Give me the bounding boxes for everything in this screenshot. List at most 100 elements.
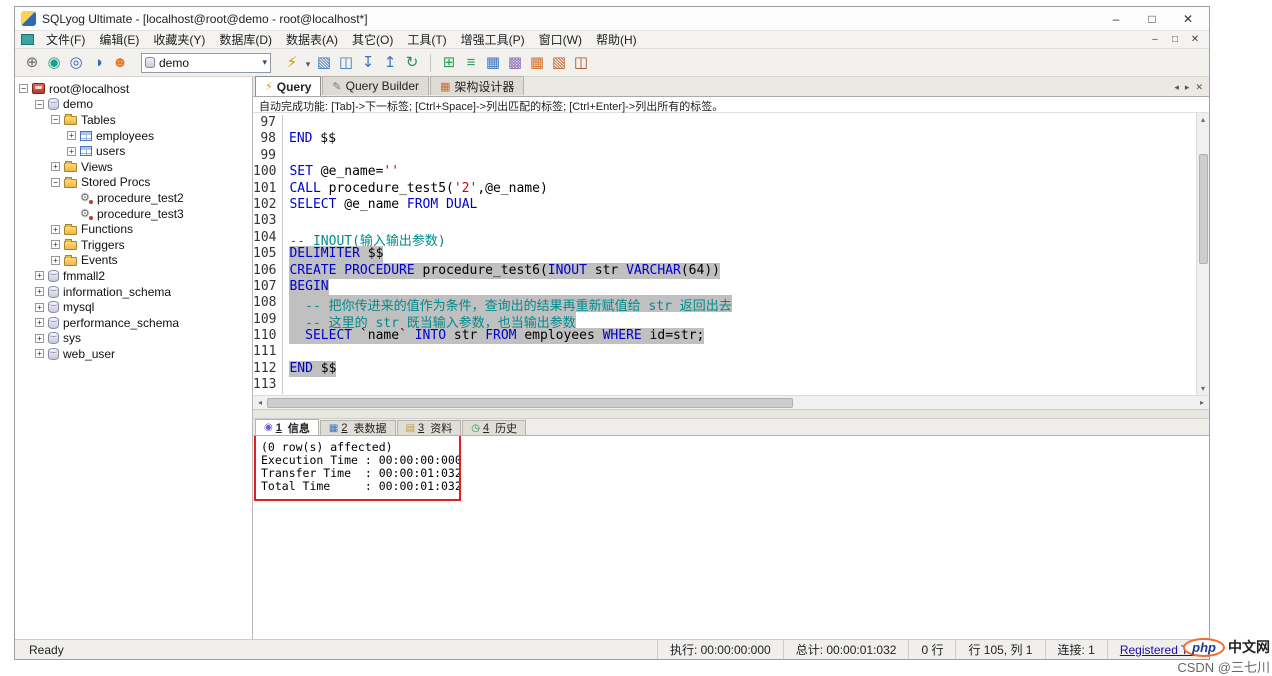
tree-node-root-localhost[interactable]: −root@localhost xyxy=(17,81,252,97)
tree-expander-icon[interactable]: + xyxy=(51,256,60,265)
blob-viewer-icon[interactable]: ▩ xyxy=(504,52,526,74)
tree-node-web-user[interactable]: +web_user xyxy=(17,346,252,362)
tree-node-mysql[interactable]: +mysql xyxy=(17,299,252,315)
reconnect-icon[interactable]: ◑ xyxy=(87,52,109,74)
sql-editor[interactable]: 9798END $$99100SET @e_name=''101CALL pro… xyxy=(253,113,1196,395)
tree-expander-icon[interactable]: − xyxy=(51,115,60,124)
folder-icon xyxy=(64,179,77,188)
status-segment--105-1: 行 105, 列 1 xyxy=(955,640,1044,659)
tree-node-views[interactable]: +Views xyxy=(17,159,252,175)
schema-designer-icon[interactable]: ▦ xyxy=(526,52,548,74)
tree-node-tables[interactable]: − Tables xyxy=(17,112,252,128)
result-tab--[interactable]: ◷4 历史 xyxy=(462,420,526,435)
tree-node-performance-schema[interactable]: +performance_schema xyxy=(17,315,252,331)
panel-splitter[interactable] xyxy=(253,409,1209,419)
tree-expander-icon[interactable]: + xyxy=(35,334,44,343)
user-manager-icon[interactable]: ☻ xyxy=(109,52,131,74)
tree-node-procedure-test3[interactable]: procedure_test3 xyxy=(17,206,252,222)
editor-horizontal-scrollbar[interactable]: ◂ ▸ xyxy=(253,395,1209,409)
tree-expander-icon[interactable]: − xyxy=(35,100,44,109)
editor-line: 108 -- 把你传进来的值作为条件，查询出的结果再重新赋值给 str 返回出去 xyxy=(253,295,1196,311)
tree-expander-icon[interactable]: + xyxy=(51,240,60,249)
menu-item--f-[interactable]: 文件(F) xyxy=(39,32,92,48)
tree-expander-icon[interactable]: + xyxy=(51,162,60,171)
menu-item--h-[interactable]: 帮助(H) xyxy=(589,32,644,48)
tab--[interactable]: ▦架构设计器 xyxy=(430,76,524,95)
tree-expander-icon[interactable]: + xyxy=(35,303,44,312)
tree-expander-icon[interactable]: + xyxy=(67,147,76,156)
chevron-down-icon[interactable]: ▾ xyxy=(262,57,267,68)
open-query-icon[interactable]: ▧ xyxy=(313,52,335,74)
maximize-button[interactable]: □ xyxy=(1145,12,1159,26)
menu-item--e-[interactable]: 编辑(E) xyxy=(92,32,146,48)
tree-expander-icon[interactable]: + xyxy=(51,225,60,234)
save-query-icon[interactable]: ◫ xyxy=(335,52,357,74)
tab-query-builder[interactable]: ✎Query Builder xyxy=(322,76,429,95)
tree-node-employees[interactable]: +employees xyxy=(17,128,252,144)
table-data-icon[interactable]: ▦ xyxy=(482,52,504,74)
result-tab--[interactable]: ▦2 表数据 xyxy=(320,420,396,435)
database-select[interactable]: demo ▾ xyxy=(141,53,271,73)
tree-node-triggers[interactable]: +Triggers xyxy=(17,237,252,253)
insert-rows-icon[interactable]: ≡ xyxy=(460,52,482,74)
menu-item--w-[interactable]: 窗口(W) xyxy=(532,32,589,48)
minimize-button[interactable]: – xyxy=(1109,12,1123,26)
export-resultset-icon[interactable]: ↧ xyxy=(357,52,379,74)
tab-scroll-left-icon[interactable]: ◂ xyxy=(1174,82,1179,93)
close-button[interactable]: ✕ xyxy=(1181,12,1195,26)
scroll-right-icon[interactable]: ▸ xyxy=(1195,398,1209,407)
import-icon[interactable]: ↥ xyxy=(379,52,401,74)
execute-query-icon[interactable]: ⚡ xyxy=(281,52,303,74)
new-connection-icon[interactable]: ⊕ xyxy=(21,52,43,74)
menu-item--y-[interactable]: 收藏夹(Y) xyxy=(146,32,212,48)
vertical-scroll-thumb[interactable] xyxy=(1199,154,1208,264)
tab-scroll-right-icon[interactable]: ▸ xyxy=(1185,82,1190,93)
tree-label: Events xyxy=(81,253,118,267)
tree-node-demo[interactable]: −demo xyxy=(17,97,252,113)
horizontal-scroll-thumb[interactable] xyxy=(267,398,793,408)
line-number: 111 xyxy=(253,344,283,360)
line-number: 98 xyxy=(253,131,283,147)
tab-query[interactable]: ⚡Query xyxy=(255,76,321,96)
scroll-down-icon[interactable]: ▾ xyxy=(1201,382,1205,395)
schema-sync-icon[interactable]: ◫ xyxy=(570,52,592,74)
mdi-minimize-button[interactable]: – xyxy=(1149,34,1161,45)
tree-node-information-schema[interactable]: +information_schema xyxy=(17,284,252,300)
mdi-restore-button[interactable]: □ xyxy=(1169,34,1181,45)
result-tab--[interactable]: ▤3 资料 xyxy=(397,420,462,435)
menu-item--a-[interactable]: 数据表(A) xyxy=(279,32,345,48)
result-tab--[interactable]: ◉1 信息 xyxy=(255,419,319,435)
refresh-icon[interactable]: ↻ xyxy=(401,52,423,74)
folder-icon xyxy=(64,116,77,125)
tree-label: Tables xyxy=(81,113,116,127)
scroll-up-icon[interactable]: ▴ xyxy=(1201,113,1205,126)
tree-node-users[interactable]: +users xyxy=(17,143,252,159)
tree-expander-icon[interactable]: − xyxy=(51,178,60,187)
mdi-close-button[interactable]: ✕ xyxy=(1189,34,1201,45)
menu-item--o-[interactable]: 其它(O) xyxy=(345,32,400,48)
chevron-down-icon[interactable]: ▾ xyxy=(303,59,313,70)
menu-item--t-[interactable]: 工具(T) xyxy=(400,32,453,48)
tree-expander-icon[interactable]: + xyxy=(35,287,44,296)
menu-item--d-[interactable]: 数据库(D) xyxy=(212,32,279,48)
tree-expander-icon[interactable]: − xyxy=(19,84,28,93)
tree-expander-icon[interactable]: + xyxy=(35,271,44,280)
tree-node-stored-procs[interactable]: −Stored Procs xyxy=(17,175,252,191)
scroll-left-icon[interactable]: ◂ xyxy=(253,398,267,407)
tree-node-functions[interactable]: +Functions xyxy=(17,221,252,237)
tree-node-sys[interactable]: +sys xyxy=(17,331,252,347)
tab-close-icon[interactable]: ✕ xyxy=(1195,82,1203,93)
tree-node-procedure-test2[interactable]: procedure_test2 xyxy=(17,190,252,206)
editor-vertical-scrollbar[interactable]: ▴ ▾ xyxy=(1196,113,1209,395)
disconnect-icon[interactable]: ◎ xyxy=(65,52,87,74)
connect-icon[interactable]: ◉ xyxy=(43,52,65,74)
tab-nav: ◂ ▸ ✕ xyxy=(1174,82,1207,96)
new-table-icon[interactable]: ⊞ xyxy=(438,52,460,74)
tree-node-events[interactable]: + Events xyxy=(17,253,252,269)
tree-expander-icon[interactable]: + xyxy=(35,349,44,358)
tree-expander-icon[interactable]: + xyxy=(35,318,44,327)
query-builder-icon[interactable]: ▧ xyxy=(548,52,570,74)
tree-expander-icon[interactable]: + xyxy=(67,131,76,140)
menu-item--p-[interactable]: 增强工具(P) xyxy=(454,32,532,48)
tree-node-fmmall2[interactable]: +fmmall2 xyxy=(17,268,252,284)
